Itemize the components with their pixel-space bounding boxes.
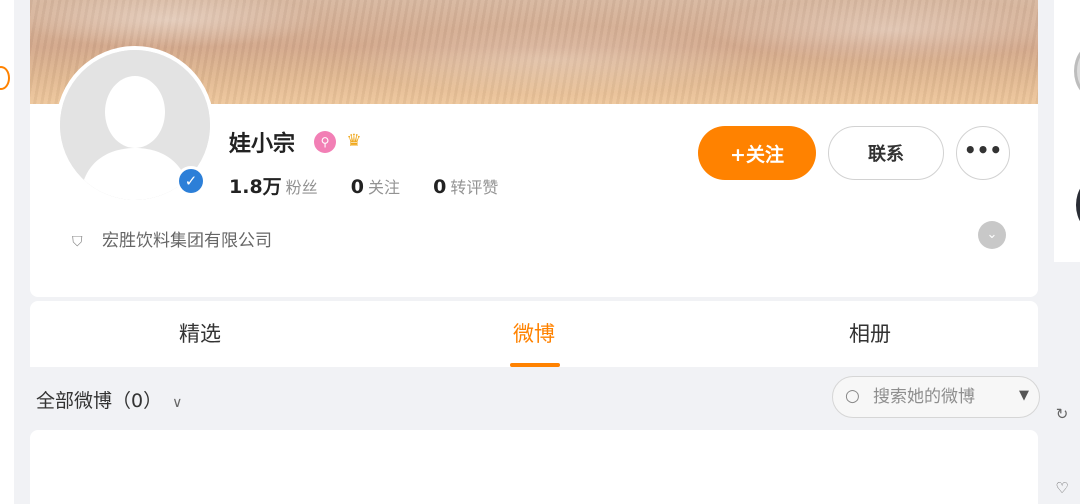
- left-sidebar: [0, 0, 14, 504]
- chevron-down-icon: ∨: [172, 395, 183, 411]
- weibo-filter-dropdown[interactable]: 全部微博（0） ∨: [36, 386, 182, 413]
- profile-tabs: 精选 微博 相册: [30, 301, 1038, 367]
- verified-icon: ✓: [179, 169, 203, 193]
- stat-interactions: 0 转评赞: [433, 176, 499, 198]
- contact-button[interactable]: 联系: [828, 126, 944, 180]
- feedback-icon[interactable]: ♡: [1052, 478, 1072, 498]
- stat-followers[interactable]: 1.8万 粉丝: [229, 172, 318, 199]
- search-input[interactable]: [873, 385, 1009, 409]
- company-info: ⛉ 宏胜饮料集团有限公司: [72, 231, 272, 251]
- crown-icon[interactable]: ♛: [342, 130, 366, 152]
- verified-badge: ✓: [176, 166, 206, 196]
- feed-container: [30, 430, 1038, 504]
- tab-album[interactable]: 相册: [820, 301, 920, 367]
- member-icon[interactable]: ⚲: [314, 131, 336, 153]
- right-sidebar: [1054, 0, 1080, 262]
- sidebar-indicator[interactable]: [0, 66, 10, 90]
- tab-weibo[interactable]: 微博: [484, 301, 584, 367]
- stat-following[interactable]: 0 关注: [351, 174, 400, 198]
- search-icon: ○: [845, 386, 860, 406]
- caret-down-icon[interactable]: ▼: [1019, 388, 1029, 403]
- tab-featured[interactable]: 精选: [150, 301, 250, 367]
- username: 娃小宗: [229, 132, 296, 157]
- shield-icon: ⛉: [72, 234, 83, 250]
- refresh-icon[interactable]: ↻: [1052, 404, 1072, 424]
- more-button[interactable]: •••: [956, 126, 1010, 180]
- profile-stats: 1.8万 粉丝 0 关注 0 转评赞: [229, 172, 526, 199]
- follow-button[interactable]: +关注: [698, 126, 816, 180]
- search-box[interactable]: ○ ▼: [832, 376, 1040, 418]
- recommended-avatar[interactable]: [1074, 44, 1080, 98]
- profile-card: ✓ 娃小宗 ⚲ ♛ 1.8万 粉丝 0 关注 0 转评赞 +关注 联系 ••• ⛉ 宏胜…: [30, 0, 1038, 297]
- active-tab-indicator: [510, 363, 560, 367]
- recommended-avatar[interactable]: [1076, 178, 1080, 232]
- chevron-down-icon[interactable]: ⌄: [978, 221, 1006, 249]
